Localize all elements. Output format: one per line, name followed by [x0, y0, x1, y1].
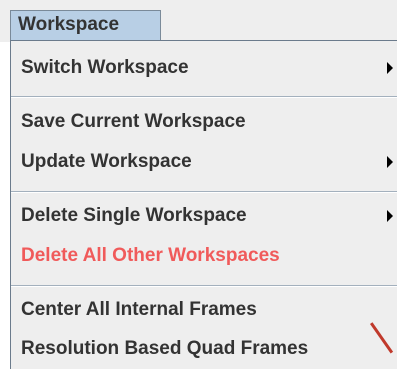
menu-item-delete-single-workspace[interactable]: Delete Single Workspace: [11, 197, 397, 235]
menu-item-save-current-workspace[interactable]: Save Current Workspace: [11, 103, 397, 141]
menu-item-label: Center All Internal Frames: [21, 299, 257, 320]
menu-separator: [11, 191, 397, 193]
menu-separator: [11, 96, 397, 98]
menu-item-resolution-based-quad-frames[interactable]: Resolution Based Quad Frames: [11, 330, 397, 368]
menu-workspace[interactable]: Workspace: [10, 10, 161, 40]
menu-item-label: Delete All Other Workspaces: [21, 245, 280, 266]
menu-item-label: Delete Single Workspace: [21, 205, 247, 226]
menu-bar-empty: [161, 10, 397, 40]
submenu-arrow-icon: [387, 210, 393, 222]
menu-item-switch-workspace[interactable]: Switch Workspace: [11, 49, 397, 87]
menu-workspace-label: Workspace: [18, 14, 120, 35]
workspace-menu-screen: Workspace Switch Workspace Save Current …: [0, 0, 397, 369]
workspace-dropdown: Switch Workspace Save Current Workspace …: [10, 40, 397, 369]
menu-item-update-workspace[interactable]: Update Workspace: [11, 143, 397, 181]
menu-item-label: Update Workspace: [21, 151, 192, 172]
menu-separator: [11, 285, 397, 287]
menu-item-label: Save Current Workspace: [21, 111, 246, 132]
menu-item-center-all-internal-frames[interactable]: Center All Internal Frames: [11, 291, 397, 329]
submenu-arrow-icon: [387, 62, 393, 74]
menu-item-label: Switch Workspace: [21, 57, 189, 78]
submenu-arrow-icon: [387, 156, 393, 168]
menu-item-label: Resolution Based Quad Frames: [21, 338, 309, 359]
menu-item-delete-all-other-workspaces[interactable]: Delete All Other Workspaces: [11, 237, 397, 275]
menu-bar: Workspace: [0, 0, 397, 42]
